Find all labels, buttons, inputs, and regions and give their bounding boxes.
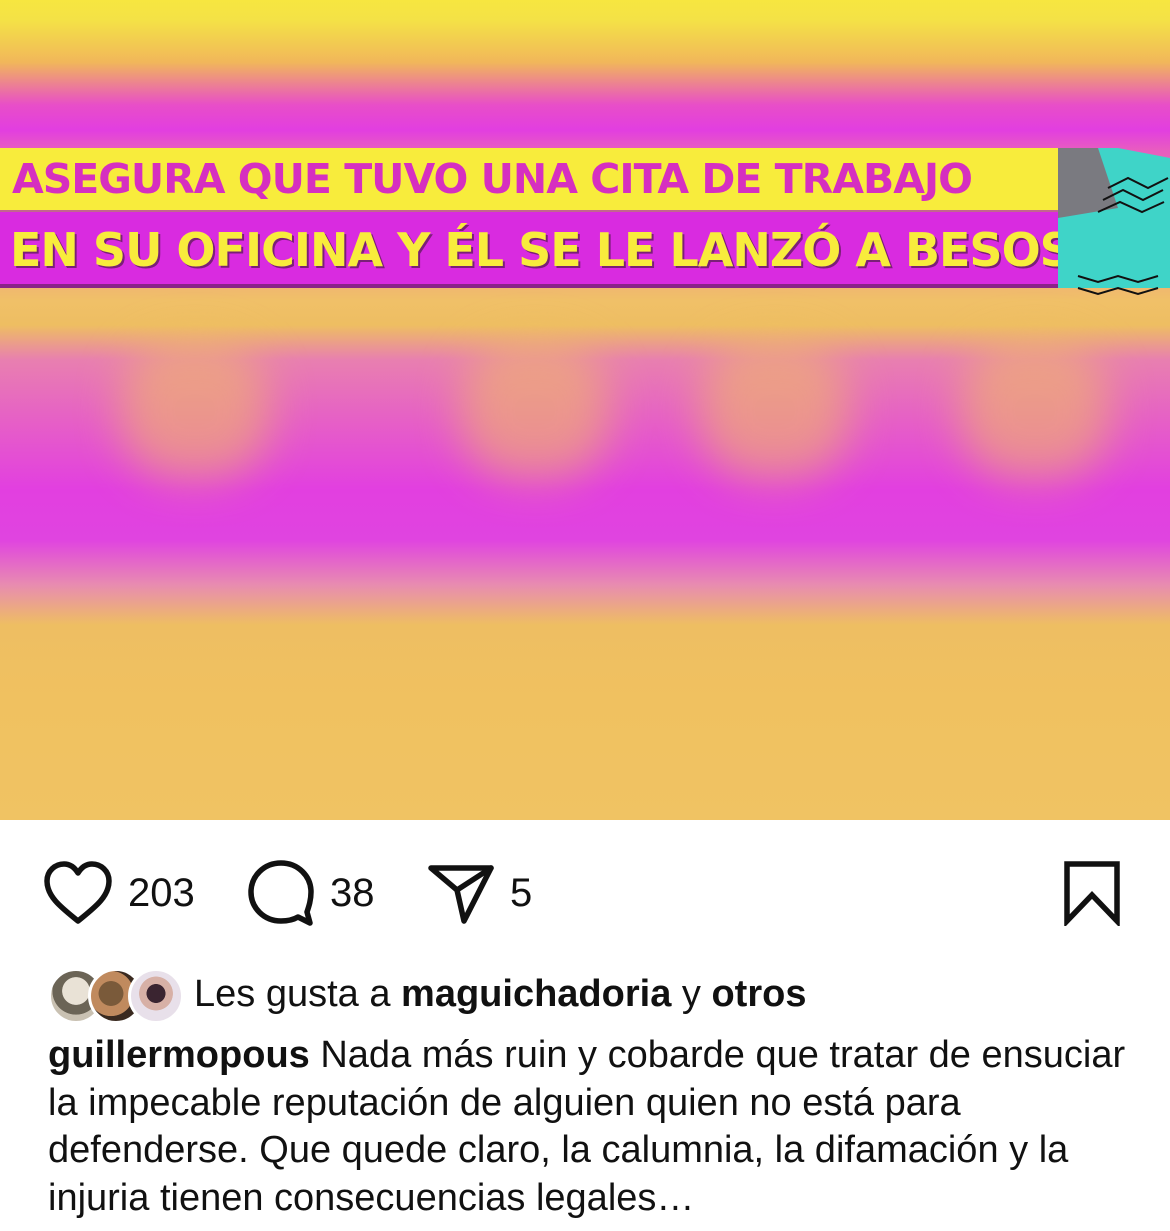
heart-outline-icon bbox=[44, 861, 112, 924]
liked-by-prefix: Les gusta a bbox=[194, 972, 391, 1015]
banner-line-2: EN SU OFICINA Y ÉL SE LE LANZÓ A BESOS bbox=[0, 212, 1162, 288]
shares-count[interactable]: 5 bbox=[510, 871, 532, 916]
comment-button[interactable]: 38 bbox=[246, 860, 375, 926]
avatar[interactable] bbox=[128, 968, 184, 1024]
caption-username-link[interactable]: guillermopous bbox=[48, 1034, 310, 1076]
blurred-background-text bbox=[0, 320, 1170, 520]
post-caption[interactable]: guillermopous Nada más ruin y cobarde qu… bbox=[48, 1032, 1138, 1222]
comments-count[interactable]: 38 bbox=[330, 871, 375, 916]
speech-bubble-icon bbox=[248, 860, 314, 926]
banner-decoration bbox=[1058, 148, 1170, 296]
banner-line-1: ASEGURA QUE TUVO UNA CITA DE TRABAJO bbox=[0, 148, 1060, 210]
bookmark-icon bbox=[1064, 861, 1120, 928]
likes-count[interactable]: 203 bbox=[128, 871, 195, 916]
post-image[interactable]: ASEGURA QUE TUVO UNA CITA DE TRABAJO EN … bbox=[0, 0, 1170, 820]
paper-plane-icon bbox=[428, 865, 494, 924]
liked-by-row[interactable]: Les gusta a maguichadoria y otros bbox=[48, 962, 806, 1026]
like-button[interactable]: 203 bbox=[42, 860, 195, 926]
liked-by-connector: y bbox=[681, 972, 701, 1015]
liked-by-user-link[interactable]: maguichadoria bbox=[401, 973, 671, 1016]
post-action-bar: 203 38 5 bbox=[0, 820, 1170, 970]
liked-by-others-link[interactable]: otros bbox=[711, 973, 806, 1016]
liker-avatars[interactable] bbox=[48, 966, 184, 1024]
save-button[interactable] bbox=[1062, 860, 1122, 931]
share-button[interactable]: 5 bbox=[426, 860, 532, 926]
